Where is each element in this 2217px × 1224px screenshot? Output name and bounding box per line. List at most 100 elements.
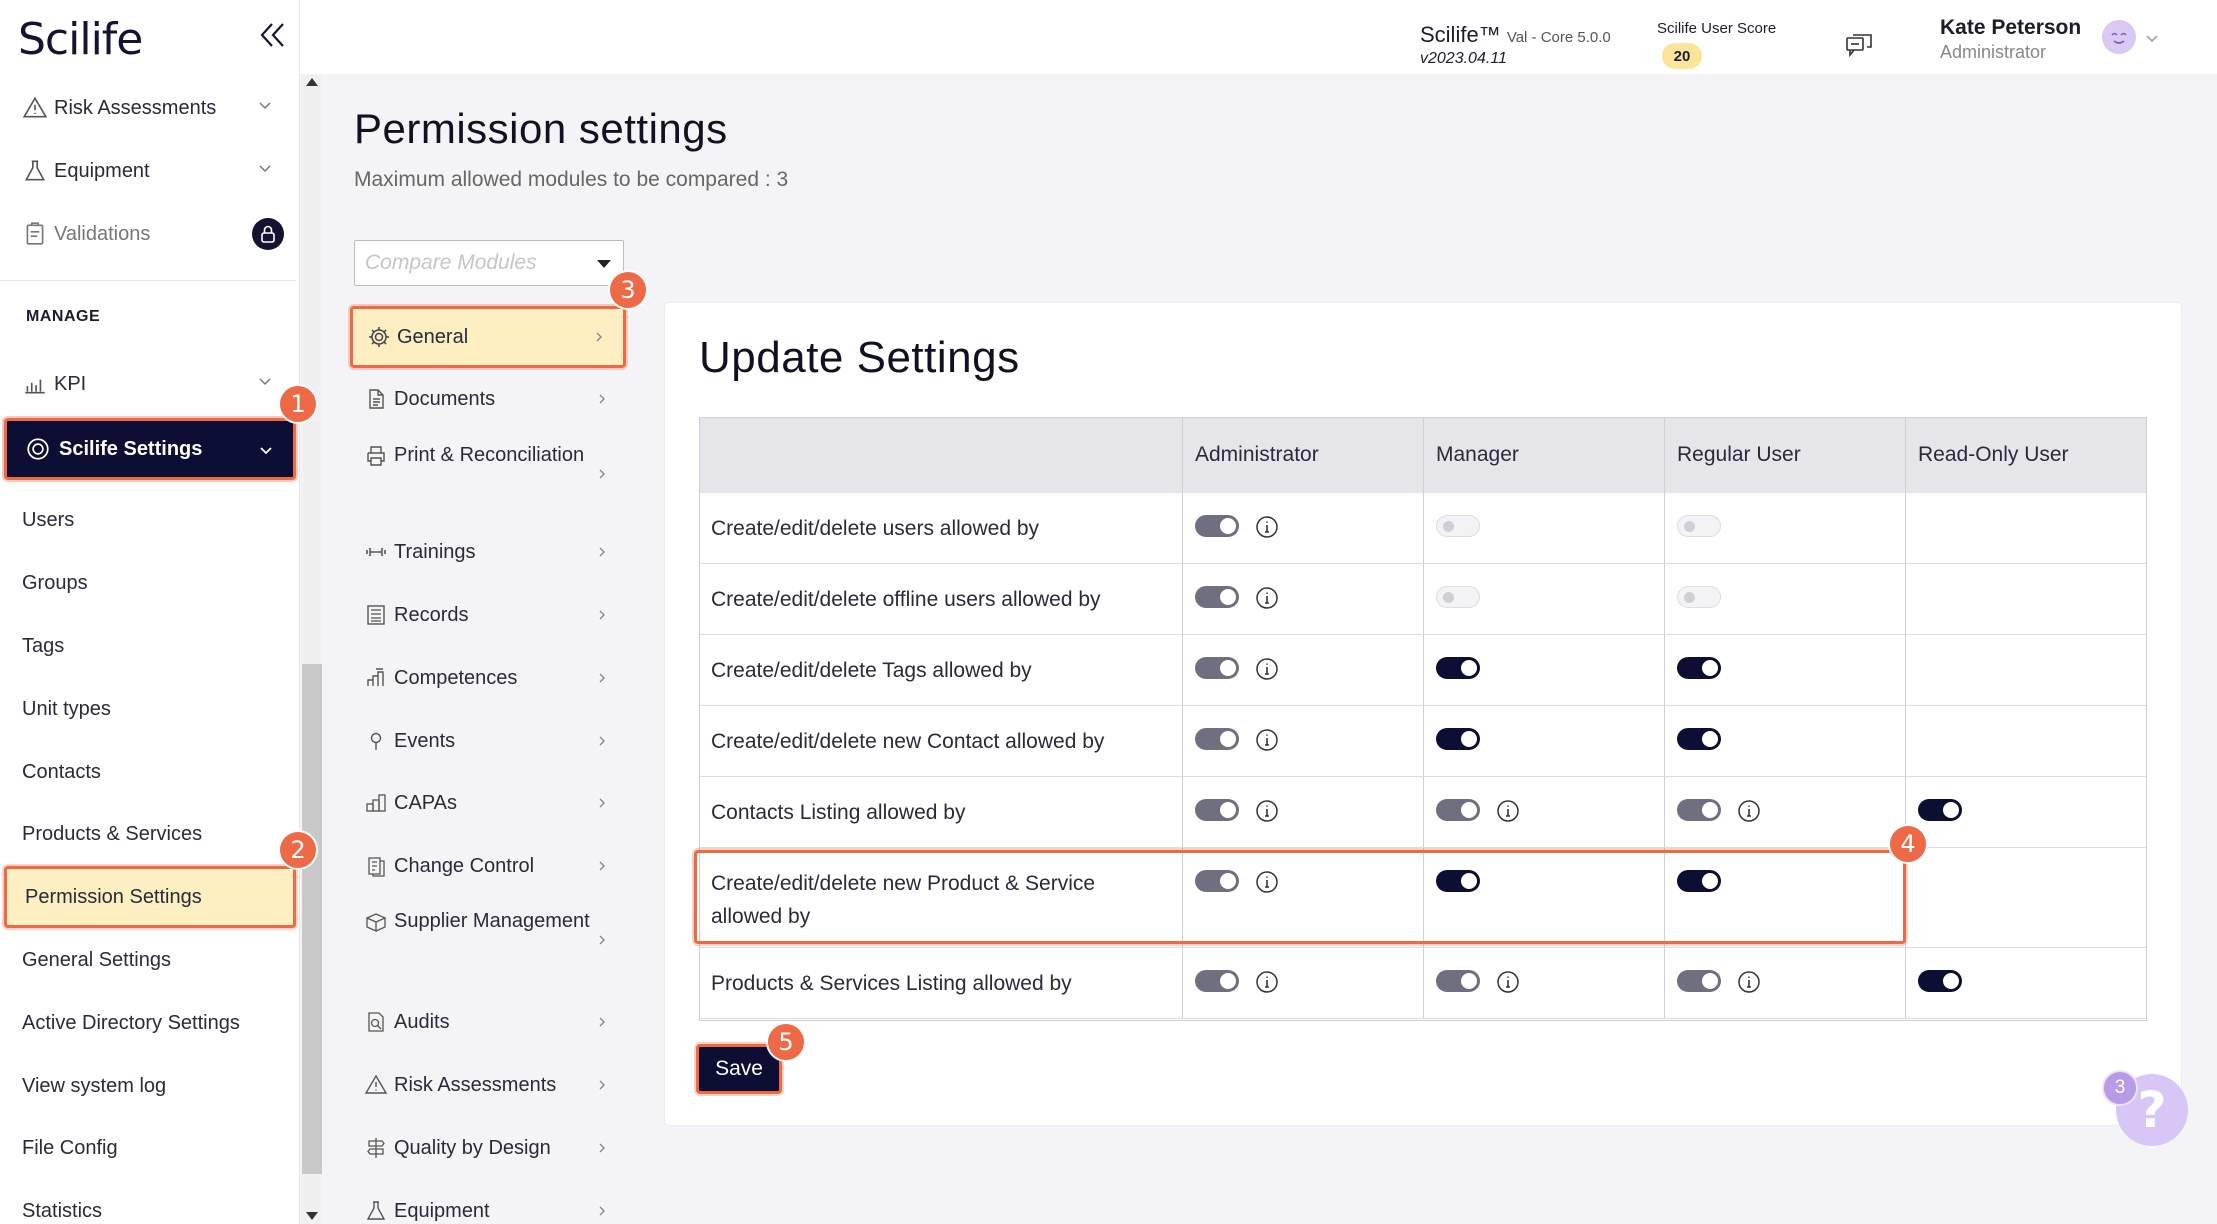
info-icon[interactable] <box>1255 728 1279 752</box>
permission-toggle[interactable] <box>1436 799 1480 821</box>
sidebar-item-statistics[interactable]: Statistics <box>0 1183 296 1224</box>
module-capas[interactable]: CAPAs <box>350 782 626 824</box>
sidebar-item-products-services[interactable]: Products & Services <box>0 806 296 862</box>
compare-modules-select[interactable] <box>354 240 624 286</box>
sidebar-item-file-config[interactable]: File Config <box>0 1120 296 1176</box>
permission-toggle[interactable] <box>1436 657 1480 679</box>
module-label: CAPAs <box>394 792 457 814</box>
permission-toggle[interactable] <box>1677 657 1721 679</box>
chat-icon[interactable] <box>1844 30 1874 60</box>
sidebar-item-label: General Settings <box>22 948 171 971</box>
sidebar-item-risk-assessments[interactable]: Risk Assessments <box>0 80 296 136</box>
chevron-down-icon <box>259 378 271 386</box>
permission-toggle[interactable] <box>1677 728 1721 750</box>
permission-cell <box>1906 706 2147 776</box>
permission-cell <box>1906 777 2147 847</box>
permission-toggle[interactable] <box>1195 799 1239 821</box>
column-header: Regular User <box>1665 417 1906 493</box>
scrollbar-thumb[interactable] <box>302 664 322 1174</box>
sidebar-item-label: Active Directory Settings <box>22 1011 240 1034</box>
permission-cell <box>1665 848 1906 947</box>
info-icon[interactable] <box>1255 657 1279 681</box>
sidebar-item-contacts[interactable]: Contacts <box>0 744 296 800</box>
sidebar-item-tags[interactable]: Tags <box>0 618 296 674</box>
scroll-up-icon[interactable] <box>306 78 318 86</box>
sidebar-item-permission-settings[interactable]: Permission Settings <box>4 866 296 928</box>
toggle-knob <box>1220 589 1236 605</box>
module-trainings[interactable]: Trainings <box>350 531 626 573</box>
module-equipment[interactable]: Equipment <box>350 1190 626 1224</box>
permission-toggle[interactable] <box>1918 970 1962 992</box>
module-general[interactable]: General <box>350 306 626 368</box>
permission-toggle[interactable] <box>1677 870 1721 892</box>
module-quality-by-design[interactable]: Quality by Design <box>350 1127 626 1169</box>
permission-toggle[interactable] <box>1436 728 1480 750</box>
records-icon <box>367 605 385 625</box>
sidebar-item-unit-types[interactable]: Unit types <box>0 681 296 737</box>
permission-toggle[interactable] <box>1918 799 1962 821</box>
sidebar-item-users[interactable]: Users <box>0 492 296 548</box>
permission-toggle[interactable] <box>1195 586 1239 608</box>
permission-toggle[interactable] <box>1195 970 1239 992</box>
permission-cell <box>1183 564 1424 634</box>
info-icon[interactable] <box>1496 970 1520 994</box>
permission-toggle[interactable] <box>1436 870 1480 892</box>
module-records[interactable]: Records <box>350 594 626 636</box>
sidebar-item-general-settings[interactable]: General Settings <box>0 932 296 988</box>
sidebar-item-label: Statistics <box>22 1199 103 1222</box>
sidebar-item-kpi[interactable]: KPI <box>0 356 296 412</box>
permission-toggle[interactable] <box>1195 728 1239 750</box>
table-row: Create/edit/delete Tags allowed by <box>699 635 2147 706</box>
collapse-sidebar-icon[interactable] <box>256 18 290 52</box>
permission-toggle[interactable] <box>1677 970 1721 992</box>
info-icon[interactable] <box>1255 870 1279 894</box>
permission-toggle[interactable] <box>1677 799 1721 821</box>
permission-toggle[interactable] <box>1677 586 1721 608</box>
permission-toggle[interactable] <box>1195 657 1239 679</box>
avatar[interactable] <box>2102 20 2136 54</box>
info-icon[interactable] <box>1496 799 1520 823</box>
scroll-down-icon[interactable] <box>306 1212 318 1220</box>
module-risk-assessments[interactable]: Risk Assessments <box>350 1064 626 1106</box>
module-competences[interactable]: Competences <box>350 657 626 699</box>
sidebar-item-scilife-settings[interactable]: Scilife Settings <box>4 418 296 480</box>
module-documents[interactable]: Documents <box>350 378 626 420</box>
permission-toggle[interactable] <box>1195 870 1239 892</box>
dropdown-arrow-icon[interactable] <box>597 260 611 268</box>
info-icon[interactable] <box>1255 515 1279 539</box>
info-icon[interactable] <box>1255 586 1279 610</box>
info-icon[interactable] <box>1737 970 1761 994</box>
chevron-right-icon <box>599 1206 605 1216</box>
sidebar-divider <box>0 280 296 281</box>
module-audits[interactable]: Audits <box>350 1001 626 1043</box>
permission-cell <box>1424 564 1665 634</box>
sidebar-item-view-system-log[interactable]: View system log <box>0 1058 296 1114</box>
permission-cell <box>1665 777 1906 847</box>
scilife-logo[interactable]: Scilife <box>18 14 143 65</box>
sidebar-item-groups[interactable]: Groups <box>0 555 296 611</box>
permission-toggle[interactable] <box>1436 586 1480 608</box>
table-row: Create/edit/delete users allowed by <box>699 493 2147 564</box>
info-icon[interactable] <box>1737 799 1761 823</box>
module-change-control[interactable]: Change Control <box>350 845 626 887</box>
module-print-reconciliation[interactable]: Print & Reconciliation <box>350 440 626 508</box>
chevron-down-icon[interactable] <box>2144 30 2160 46</box>
toggle-knob <box>1220 802 1236 818</box>
sidebar-scrollbar[interactable] <box>302 74 322 1224</box>
sidebar-item-active-directory-settings[interactable]: Active Directory Settings <box>0 995 296 1051</box>
version-detail: Val - Core 5.0.0 <box>1506 29 1611 46</box>
sidebar-item-validations[interactable]: Validations <box>0 206 296 262</box>
permission-toggle[interactable] <box>1436 970 1480 992</box>
user-name[interactable]: Kate Peterson <box>1940 16 2081 40</box>
permission-toggle[interactable] <box>1677 515 1721 537</box>
sidebar-item-equipment[interactable]: Equipment <box>0 143 296 199</box>
compare-modules-input[interactable] <box>365 249 585 277</box>
permission-toggle[interactable] <box>1436 515 1480 537</box>
info-icon[interactable] <box>1255 970 1279 994</box>
module-events[interactable]: Events <box>350 720 626 762</box>
permission-toggle[interactable] <box>1195 515 1239 537</box>
toggle-knob <box>1461 802 1477 818</box>
permission-cell <box>1183 635 1424 705</box>
module-supplier-management[interactable]: Supplier Management <box>350 906 626 974</box>
info-icon[interactable] <box>1255 799 1279 823</box>
